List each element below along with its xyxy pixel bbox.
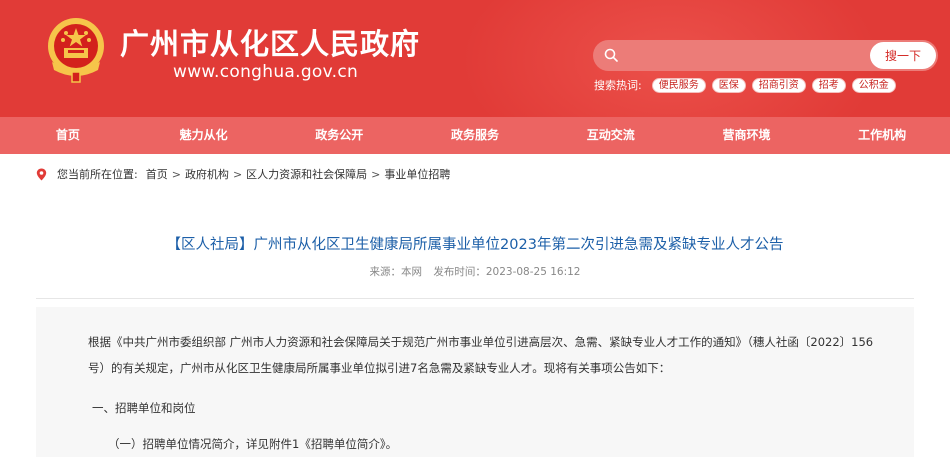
title-divider: [36, 298, 914, 299]
article-paragraph: 根据《中共广州市委组织部 广州市人力资源和社会保障局关于规范广州市事业单位引进高…: [88, 335, 874, 375]
search-icon: [604, 48, 618, 62]
hot-tag[interactable]: 便民服务: [651, 77, 706, 93]
article-source: 来源：本网: [369, 266, 423, 278]
breadcrumb-separator: >: [232, 167, 243, 181]
nav-item-gov-info[interactable]: 政务公开: [271, 117, 407, 154]
article-published-time: 发布时间：2023-08-25 16:12: [433, 266, 581, 278]
breadcrumb-item-hr-bureau[interactable]: 区人力资源和社会保障局: [246, 166, 367, 182]
site-url[interactable]: www.conghua.gov.cn: [173, 62, 358, 82]
breadcrumb-item-agencies[interactable]: 政府机构: [185, 166, 229, 182]
article-body: 根据《中共广州市委组织部 广州市人力资源和社会保障局关于规范广州市事业单位引进高…: [36, 307, 914, 457]
hot-keywords-label: 搜索热词:: [594, 79, 642, 92]
breadcrumb: 您当前所在位置: 首页 > 政府机构 > 区人力资源和社会保障局 > 事业单位招…: [36, 166, 450, 182]
search-button[interactable]: 搜一下: [870, 42, 936, 69]
article-title: 【区人社局】广州市从化区卫生健康局所属事业单位2023年第二次引进急需及紧缺专业…: [166, 237, 784, 253]
hot-tag[interactable]: 医保: [711, 77, 746, 93]
location-pin-icon: [36, 168, 47, 180]
search-input[interactable]: [627, 43, 857, 68]
main-nav: 首页 魅力从化 政务公开 政务服务 互动交流 营商环境 工作机构: [0, 117, 950, 154]
nav-item-interaction[interactable]: 互动交流: [543, 117, 679, 154]
nav-item-charm[interactable]: 魅力从化: [136, 117, 272, 154]
national-emblem-icon[interactable]: [44, 16, 108, 84]
nav-item-agencies[interactable]: 工作机构: [814, 117, 950, 154]
breadcrumb-separator: >: [371, 167, 381, 181]
breadcrumb-separator: >: [171, 167, 181, 181]
nav-item-gov-services[interactable]: 政务服务: [407, 117, 543, 154]
article-section-heading: 一、招聘单位和岗位: [92, 401, 196, 415]
site-title[interactable]: 广州市从化区人民政府: [120, 21, 420, 63]
hot-tag[interactable]: 招考: [811, 77, 846, 93]
article-paragraph: （一）招聘单位情况简介，详见附件1《招聘单位简介》。: [108, 437, 398, 451]
hot-tag[interactable]: 招商引资: [751, 77, 806, 93]
article-meta: 来源：本网 发布时间：2023-08-25 16:12: [0, 264, 950, 279]
nav-item-business-env[interactable]: 营商环境: [679, 117, 815, 154]
breadcrumb-item-home[interactable]: 首页: [146, 166, 168, 182]
nav-item-home[interactable]: 首页: [0, 117, 136, 154]
breadcrumb-prefix: 您当前所在位置:: [57, 168, 138, 181]
breadcrumb-item-recruitment[interactable]: 事业单位招聘: [384, 166, 450, 182]
search-box: 搜一下: [593, 40, 938, 71]
site-header: 广州市从化区人民政府 www.conghua.gov.cn 搜一下 搜索热词: …: [0, 0, 950, 117]
hot-tag[interactable]: 公积金: [851, 77, 896, 93]
hot-keywords: 搜索热词: 便民服务 医保 招商引资 招考 公积金: [594, 77, 902, 93]
